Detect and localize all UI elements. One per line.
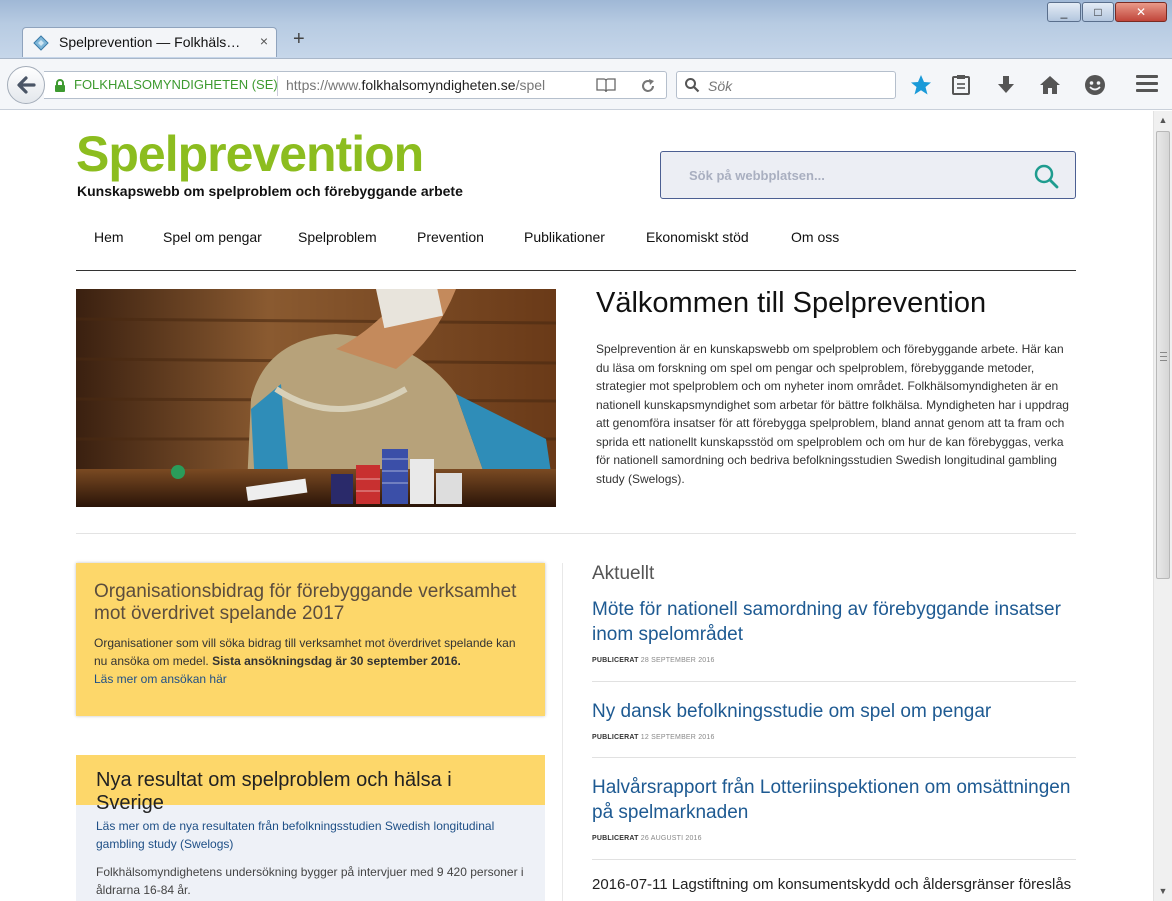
lock-icon: [55, 79, 65, 92]
site-search-icon[interactable]: [1033, 163, 1059, 189]
grant-read-more-link[interactable]: Läs mer om ansökan här: [94, 672, 227, 686]
close-window-button[interactable]: ✕: [1115, 2, 1167, 22]
reload-icon[interactable]: [639, 75, 657, 97]
download-icon[interactable]: [994, 73, 1018, 97]
news-item-meta: PUBLICERAT 12 SEPTEMBER 2016: [592, 734, 715, 741]
browser-titlebar: _ □ ✕ Spelprevention — Folkhäls… × +: [0, 0, 1172, 60]
news-heading: Aktuellt: [592, 563, 655, 584]
grant-announcement-box: Organisationsbidrag för förebyggande ver…: [76, 563, 545, 716]
results-box: Nya resultat om spelproblem och hälsa i …: [76, 755, 545, 901]
nav-spelproblem[interactable]: Spelproblem: [298, 229, 377, 245]
minimize-button[interactable]: _: [1047, 2, 1081, 22]
reading-list-icon[interactable]: [949, 73, 973, 97]
news-item: Halvårsrapport från Lotteriinspektionen …: [592, 775, 1076, 842]
smiley-icon[interactable]: [1083, 73, 1107, 97]
results-title: Nya resultat om spelproblem och hälsa i …: [76, 755, 545, 814]
news-item-meta: PUBLICERAT 26 AUGUSTI 2016: [592, 835, 702, 842]
results-text: Folkhälsomyndighetens undersökning bygge…: [96, 865, 524, 897]
browser-toolbar: FOLKHALSOMYNDIGHETEN (SE) https://www.fo…: [0, 58, 1172, 110]
tab-close-icon[interactable]: ×: [260, 33, 268, 49]
news-item-meta: PUBLICERAT 28 SEPTEMBER 2016: [592, 657, 715, 664]
grant-text: Organisationer som vill söka bidrag till…: [94, 636, 516, 668]
nav-spel-om-pengar[interactable]: Spel om pengar: [163, 229, 262, 245]
grant-deadline: Sista ansökningsdag är 30 september 2016…: [212, 654, 461, 668]
column-divider: [562, 563, 563, 901]
nav-prevention[interactable]: Prevention: [417, 229, 484, 245]
bookmark-star-icon[interactable]: [909, 73, 933, 97]
nav-ekonomiskt-stod[interactable]: Ekonomiskt stöd: [646, 229, 749, 245]
news-item-title-link[interactable]: Halvårsrapport från Lotteriinspektionen …: [592, 775, 1076, 825]
results-link[interactable]: Läs mer om de nya resultaten från befolk…: [96, 817, 525, 853]
nav-hem[interactable]: Hem: [94, 229, 124, 245]
home-icon[interactable]: [1038, 73, 1062, 97]
news-divider: [592, 757, 1076, 758]
news-item: Möte för nationell samordning av förebyg…: [592, 597, 1076, 664]
back-button[interactable]: [7, 66, 45, 104]
nav-om-oss[interactable]: Om oss: [791, 229, 839, 245]
site-identity[interactable]: FOLKHALSOMYNDIGHETEN (SE): [74, 77, 278, 92]
news-divider: [592, 681, 1076, 682]
new-tab-button[interactable]: +: [293, 28, 305, 51]
scroll-up-arrow-icon[interactable]: ▲: [1154, 112, 1172, 129]
news-item-title-link[interactable]: Ny dansk befolkningsstudie om spel om pe…: [592, 699, 1076, 724]
tab-title: Spelprevention — Folkhäls…: [59, 34, 241, 50]
site-search-input[interactable]: Sök på webbplatsen...: [660, 151, 1076, 199]
main-navigation: Hem Spel om pengar Spelproblem Preventio…: [76, 221, 1076, 271]
welcome-text: Spelprevention är en kunskapswebb om spe…: [596, 342, 1069, 486]
news-divider: [592, 859, 1076, 860]
news-item-title-link[interactable]: Möte för nationell samordning av förebyg…: [592, 597, 1076, 647]
grant-title: Organisationsbidrag för förebyggande ver…: [94, 581, 517, 624]
site-favicon-icon: [33, 35, 49, 51]
vertical-scrollbar[interactable]: ▲ ▼: [1153, 111, 1172, 901]
maximize-button[interactable]: □: [1082, 2, 1114, 22]
scroll-down-arrow-icon[interactable]: ▼: [1154, 883, 1172, 900]
section-divider: [76, 533, 1076, 534]
news-item: Ny dansk befolkningsstudie om spel om pe…: [592, 699, 1076, 741]
site-search-placeholder: Sök på webbplatsen...: [689, 168, 825, 183]
site-tagline: Kunskapswebb om spelproblem och förebygg…: [77, 183, 463, 199]
news-item-last[interactable]: 2016-07-11 Lagstiftning om konsumentskyd…: [592, 876, 1071, 893]
address-bar[interactable]: FOLKHALSOMYNDIGHETEN (SE) https://www.fo…: [44, 71, 667, 99]
browser-tab[interactable]: Spelprevention — Folkhäls… ×: [22, 27, 277, 57]
browser-search-placeholder: Sök: [708, 78, 733, 94]
browser-search-input[interactable]: Sök: [676, 71, 896, 99]
nav-publikationer[interactable]: Publikationer: [524, 229, 605, 245]
welcome-heading: Välkommen till Spelprevention: [596, 287, 987, 319]
back-arrow-icon: [17, 76, 36, 94]
menu-icon[interactable]: [1136, 75, 1158, 93]
reader-view-icon[interactable]: [596, 77, 616, 93]
scrollbar-thumb[interactable]: [1156, 131, 1170, 579]
hero-poker-image: [76, 289, 556, 507]
search-icon: [685, 78, 700, 93]
url-text[interactable]: https://www.folkhalsomyndigheten.se/spel: [286, 77, 545, 93]
url-divider: [277, 76, 278, 96]
page-viewport: Spelprevention Kunskapswebb om spelprobl…: [0, 111, 1153, 901]
site-logo[interactable]: Spelprevention: [76, 129, 424, 179]
